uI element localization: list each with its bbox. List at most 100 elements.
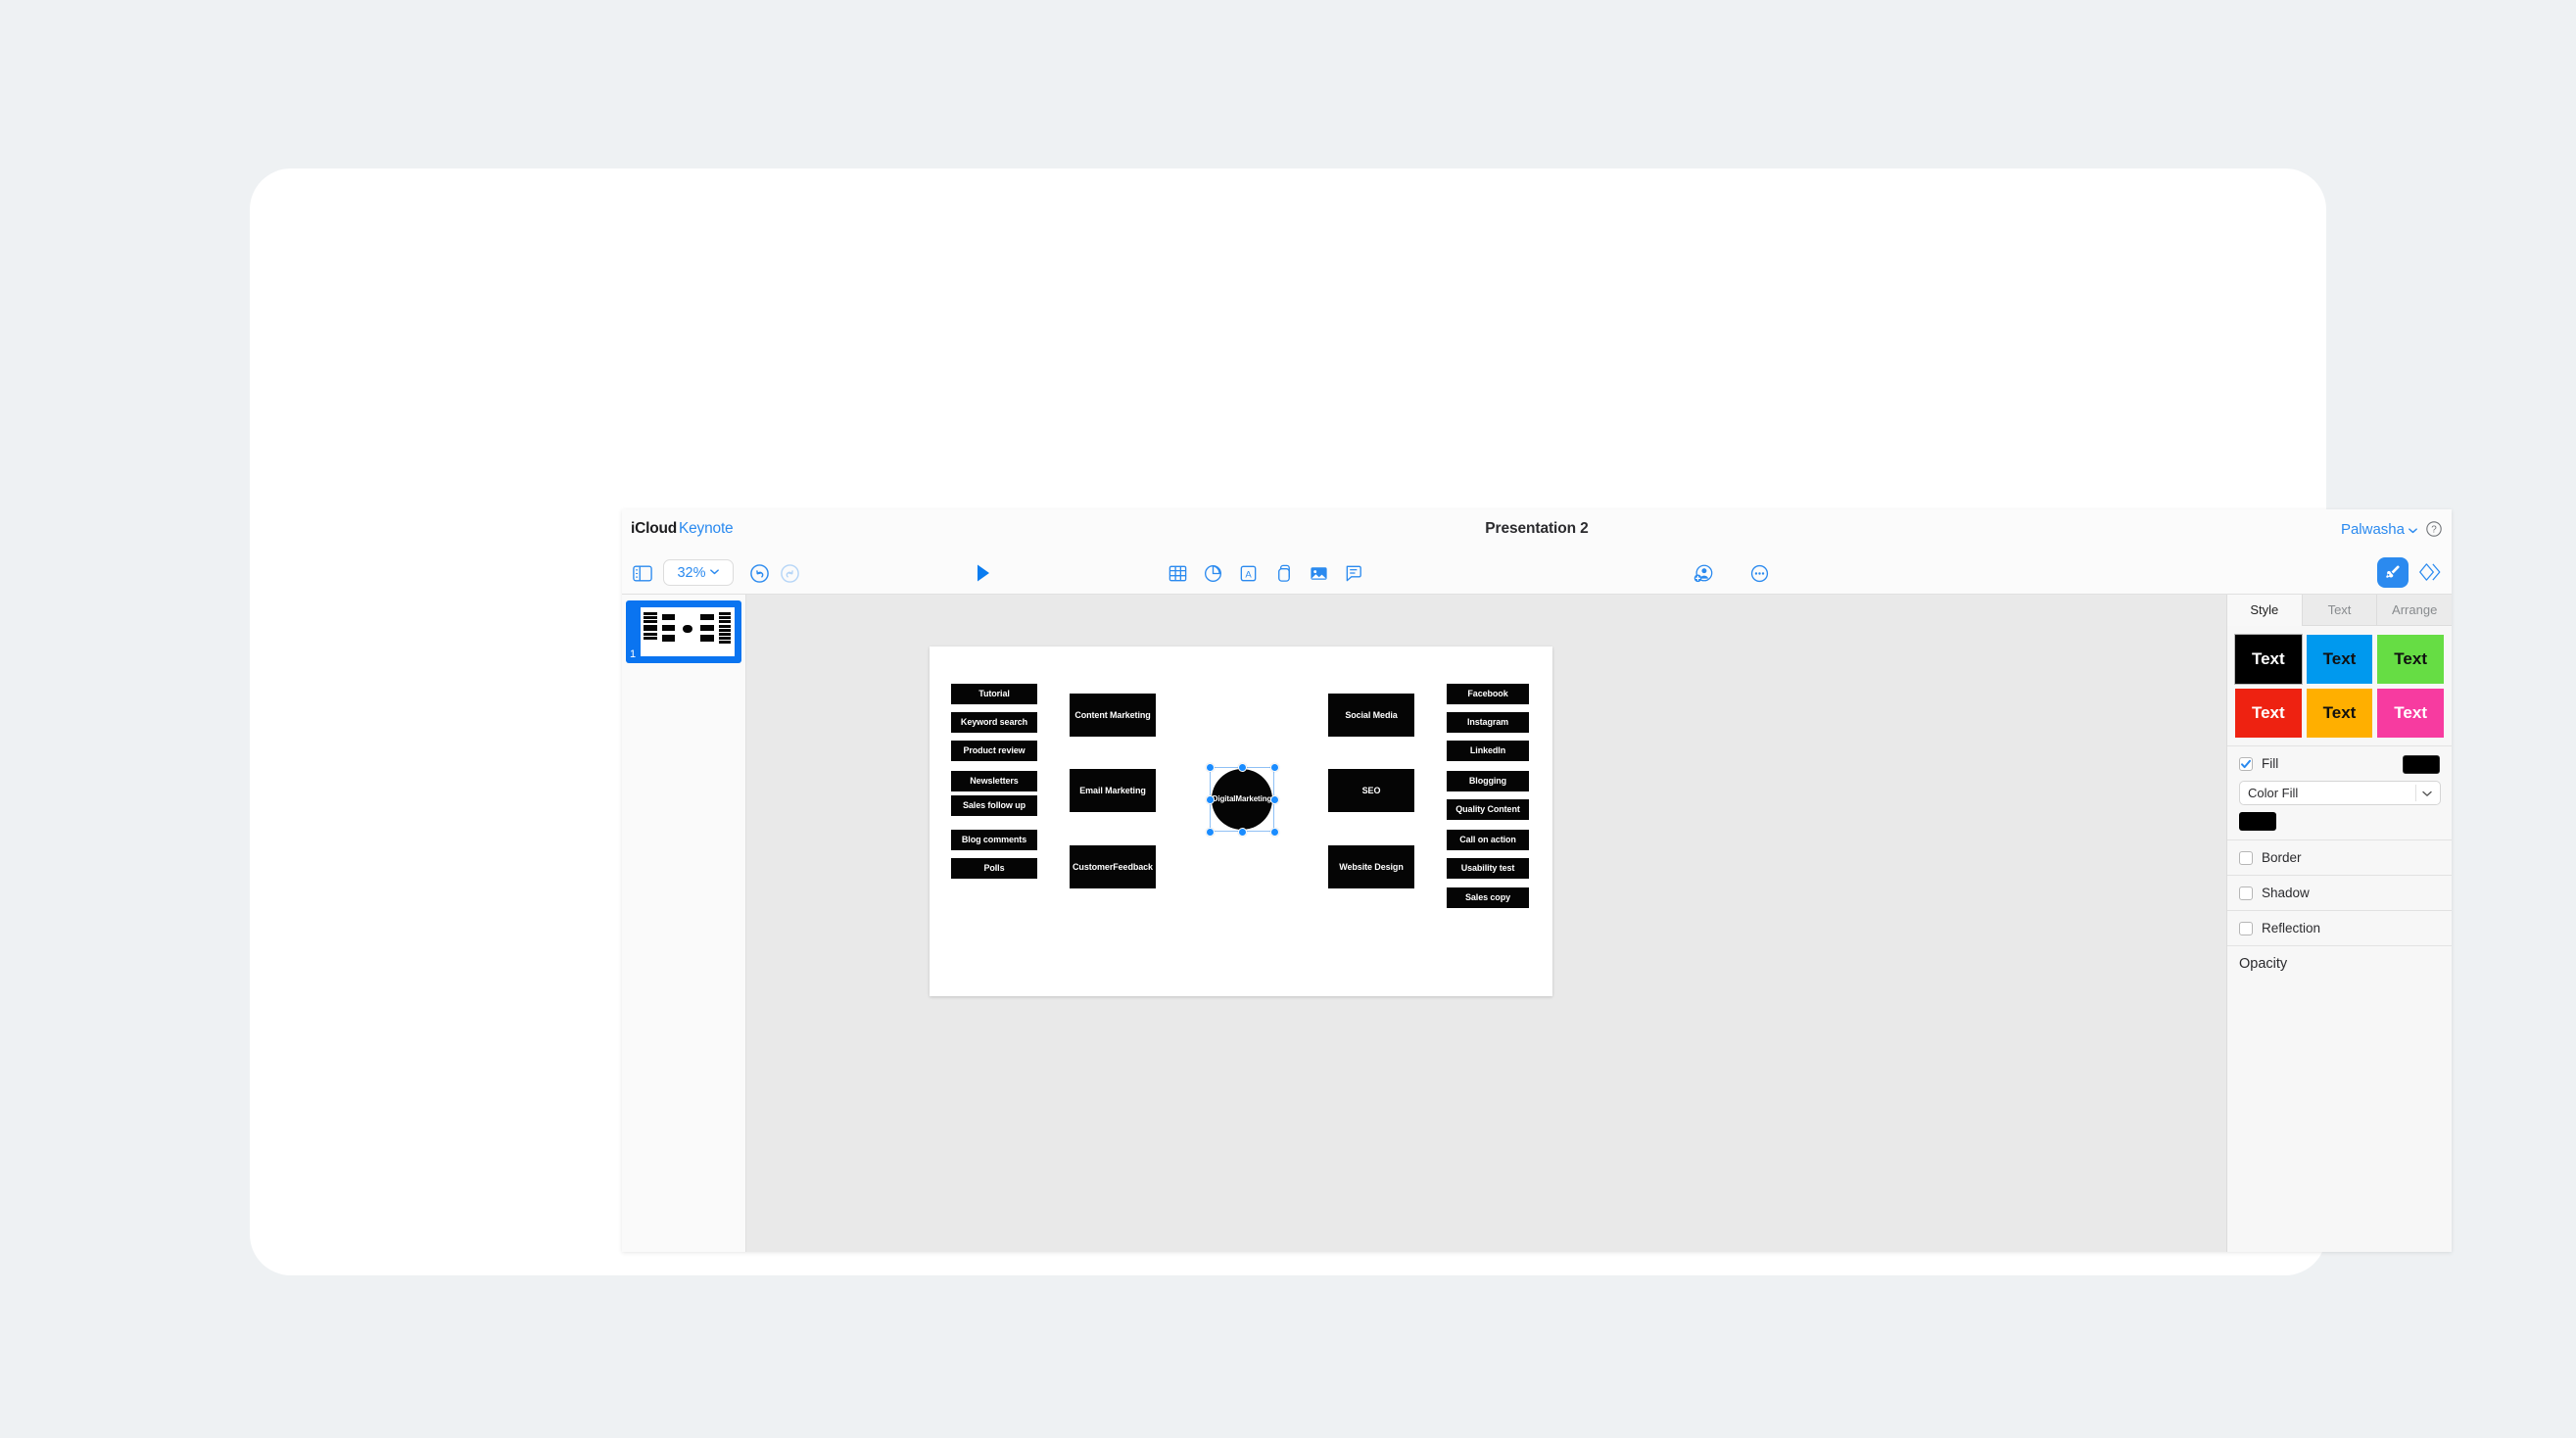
chevron-down-icon (2421, 788, 2433, 802)
shape-icon[interactable] (1270, 560, 1296, 586)
tab-text[interactable]: Text (2301, 595, 2377, 626)
thumbnail-shape (644, 616, 657, 620)
style-swatch-6[interactable]: Text (2377, 689, 2444, 738)
thumbnail-shape (644, 637, 657, 641)
opacity-row: Opacity (2227, 945, 2452, 981)
slide-canvas[interactable]: Tutorial Keyword search Product review News… (746, 595, 2226, 1252)
fill-type-value: Color Fill (2248, 786, 2299, 800)
slide-number-label: 1 (630, 648, 637, 660)
slide-navigator: 1 (622, 595, 746, 1252)
table-icon[interactable] (1165, 560, 1190, 586)
shadow-row: Shadow (2227, 875, 2452, 910)
reflection-row: Reflection (2227, 910, 2452, 945)
slide-shape[interactable]: Newsletters (951, 771, 1037, 791)
tab-arrange[interactable]: Arrange (2376, 595, 2452, 626)
page-card: iCloud Keynote Presentation 2 Palwasha ? (250, 168, 2452, 1275)
help-circle-icon[interactable]: ? (2425, 520, 2443, 538)
slide-shape[interactable]: LinkedIn (1447, 741, 1529, 761)
slide-shape[interactable]: Polls (951, 858, 1037, 879)
border-label: Border (2262, 850, 2302, 865)
slide-shape[interactable]: Quality Content (1447, 799, 1529, 820)
main-toolbar: 32% A (622, 551, 2452, 595)
slide-shape[interactable]: Call on action (1447, 830, 1529, 850)
thumbnail-shape (644, 624, 657, 628)
tab-style[interactable]: Style (2227, 595, 2302, 626)
chevron-down-icon (709, 564, 720, 582)
thumbnail-shape (661, 613, 675, 620)
slide-shape[interactable]: SEO (1328, 769, 1414, 812)
slide-shape[interactable]: Customer Feedback (1070, 845, 1156, 888)
fill-color-swatch[interactable] (2239, 812, 2276, 831)
slide-shape[interactable]: Social Media (1328, 694, 1414, 737)
slide-shape[interactable]: Website Design (1328, 845, 1414, 888)
slide-shape[interactable]: Product review (951, 741, 1037, 761)
style-swatch-2[interactable]: Text (2306, 635, 2373, 684)
slide-shape[interactable]: Tutorial (951, 684, 1037, 704)
slide-shape[interactable]: Email Marketing (1070, 769, 1156, 812)
thumbnail-shape (718, 612, 732, 616)
zoom-level-dropdown[interactable]: 32% (663, 559, 734, 586)
reflection-checkbox[interactable] (2239, 921, 2253, 935)
thumbnail-shape (683, 624, 692, 634)
slide-shape[interactable]: Sales copy (1447, 887, 1529, 908)
resize-handle-se[interactable] (1269, 827, 1279, 837)
slide-shape[interactable]: Sales follow up (951, 795, 1037, 816)
fill-color-well[interactable] (2403, 755, 2440, 774)
border-row: Border (2227, 839, 2452, 875)
resize-handle-w[interactable] (1205, 794, 1215, 804)
slide-surface[interactable]: Tutorial Keyword search Product review News… (930, 647, 1552, 996)
add-collaborator-icon[interactable] (1691, 560, 1716, 586)
border-checkbox[interactable] (2239, 850, 2253, 865)
style-swatch-3[interactable]: Text (2377, 635, 2444, 684)
thumbnail-shape (718, 616, 732, 620)
slide-shape[interactable]: Digital Marketing (1212, 769, 1272, 830)
format-inspector-panel: Style Text Arrange Text Text Text Text Text T… (2226, 595, 2452, 1252)
style-swatch-1[interactable]: Text (2234, 634, 2303, 685)
media-image-icon[interactable] (1306, 560, 1331, 586)
undo-icon[interactable] (746, 560, 772, 586)
slide-shape[interactable]: Facebook (1447, 684, 1529, 704)
comment-icon[interactable] (1341, 560, 1366, 586)
chart-icon[interactable] (1200, 560, 1225, 586)
shadow-checkbox[interactable] (2239, 886, 2253, 900)
resize-handle-nw[interactable] (1205, 762, 1215, 772)
more-ellipsis-icon[interactable] (1746, 560, 1772, 586)
format-paintbrush-icon[interactable] (2377, 557, 2409, 588)
dropdown-divider (2415, 785, 2416, 801)
style-swatch-4[interactable]: Text (2235, 689, 2302, 738)
thumbnail-shape (718, 620, 732, 624)
resize-handle-s[interactable] (1237, 827, 1247, 837)
sidebar-toggle-icon[interactable] (630, 560, 655, 586)
thumbnail-shape (700, 635, 714, 642)
svg-text:A: A (1245, 569, 1252, 580)
keynote-window: iCloud Keynote Presentation 2 Palwasha ? (622, 509, 2452, 1252)
style-swatch-5[interactable]: Text (2306, 689, 2373, 738)
play-icon[interactable] (971, 560, 996, 586)
workspace: 1 Tutorial Keyword search Product review Ne… (622, 595, 2452, 1252)
slide-thumbnail-1[interactable]: 1 (626, 600, 741, 663)
thumbnail-shape (644, 612, 657, 616)
resize-handle-sw[interactable] (1205, 827, 1215, 837)
fill-type-dropdown[interactable]: Color Fill (2239, 781, 2441, 805)
slide-thumbnail-preview (641, 607, 735, 656)
fill-checkbox[interactable] (2239, 756, 2253, 771)
inspector-tabs: Style Text Arrange (2227, 595, 2452, 626)
animate-icon[interactable] (2418, 559, 2444, 585)
chevron-down-icon[interactable] (2408, 523, 2418, 541)
text-box-icon[interactable]: A (1235, 560, 1261, 586)
fill-row: Fill (2227, 745, 2452, 781)
thumbnail-shape (718, 628, 732, 632)
slide-shape[interactable]: Usability test (1447, 858, 1529, 879)
resize-handle-ne[interactable] (1269, 762, 1279, 772)
thumbnail-shape (644, 620, 657, 624)
slide-shape[interactable]: Blog comments (951, 830, 1037, 850)
slide-shape[interactable]: Instagram (1447, 712, 1529, 733)
resize-handle-e[interactable] (1269, 794, 1279, 804)
slide-shape[interactable]: Content Marketing (1070, 694, 1156, 737)
thumbnail-shape (644, 628, 657, 632)
account-name-label[interactable]: Palwasha (2341, 521, 2405, 538)
slide-shape[interactable]: Keyword search (951, 712, 1037, 733)
slide-shape[interactable]: Blogging (1447, 771, 1529, 791)
resize-handle-n[interactable] (1237, 762, 1247, 772)
svg-text:?: ? (2431, 525, 2437, 536)
